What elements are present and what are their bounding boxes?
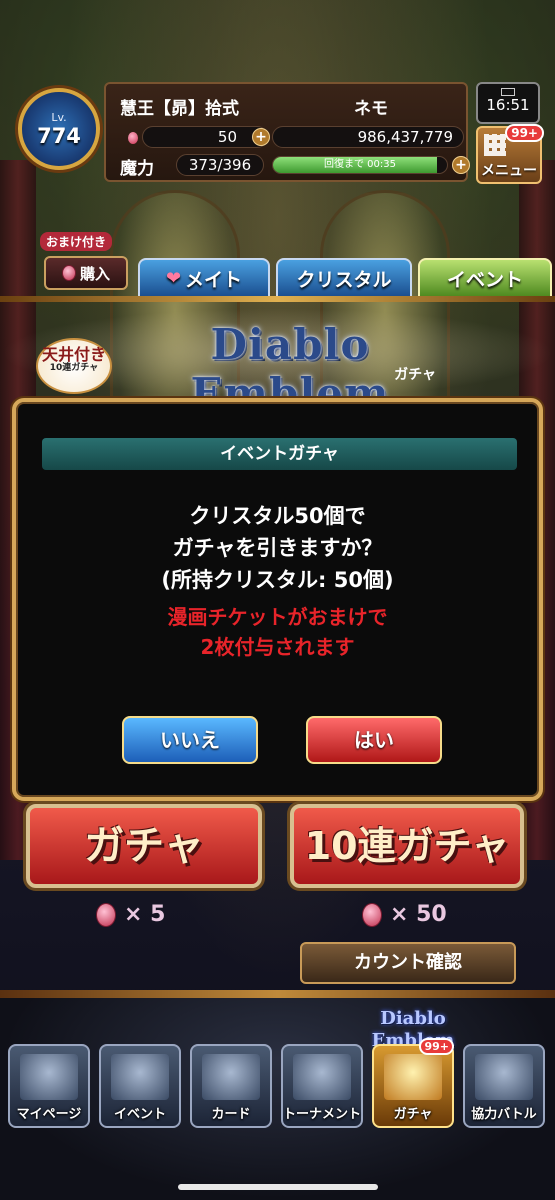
menu-label: メニュー	[481, 163, 537, 179]
ten-cost-value: × 50	[390, 902, 447, 927]
dialog-bonus-line-1: 漫画チケットがおまけで	[167, 605, 388, 629]
nav-coop-label: 協力バトル	[471, 1107, 537, 1122]
add-mp-button[interactable]: +	[452, 156, 470, 174]
cat-icon	[111, 1054, 169, 1100]
section-divider	[0, 990, 555, 998]
ten-gacha-button[interactable]: 10連ガチャ	[290, 804, 524, 888]
mp-recover-text: 回復まで 00:35	[324, 159, 396, 170]
gacha-confirm-dialog: イベントガチャ クリスタル50個で ガチャを引きますか？ (所持クリスタル: 5…	[12, 398, 543, 801]
tab-mate[interactable]: ❤ メイト	[138, 258, 270, 298]
clock-time: 16:51	[486, 96, 530, 114]
dialog-line-2: ガチャを引きますか？	[172, 536, 383, 560]
count-check-button[interactable]: カウント確認	[300, 942, 516, 984]
dialog-bonus: 漫画チケットがおまけで 2枚付与されます	[16, 602, 539, 662]
nav-card-label: カード	[211, 1107, 251, 1122]
tab-mate-label: メイト	[185, 268, 243, 291]
bottom-nav: Diablo Emblem マイページ イベント カード トーナメント 99+ …	[0, 998, 555, 1200]
player-name: 慧王【昴】拾式	[120, 99, 239, 119]
nav-mypage[interactable]: マイページ	[8, 1044, 90, 1128]
player-nickname: ネモ	[354, 99, 388, 119]
heart-icon: ❤	[165, 267, 182, 289]
tab-event[interactable]: イベント	[418, 258, 552, 298]
cards-icon	[202, 1054, 260, 1100]
nav-gacha[interactable]: 99+ ガチャ	[372, 1038, 454, 1128]
dialog-title: イベントガチャ	[42, 438, 517, 470]
level-label: Lv.	[51, 110, 67, 124]
mp-value: 373/396	[176, 154, 264, 176]
yes-button[interactable]: はい	[306, 716, 442, 764]
tab-event-label: イベント	[446, 268, 523, 291]
nav-card[interactable]: カード	[190, 1044, 272, 1128]
dialog-line-1: クリスタル50個で	[189, 504, 366, 528]
single-gacha-button[interactable]: ガチャ	[26, 804, 262, 888]
ceiling-main: 天井付き	[41, 345, 106, 364]
gacha-icon	[384, 1054, 442, 1100]
ceiling-sub: 10連ガチャ	[49, 362, 99, 373]
party-icon	[475, 1054, 533, 1100]
player-info-panel: 慧王【昴】拾式 ネモ 50 + 986,437,779 魔力 373/396 回…	[104, 82, 470, 182]
buy-crystal-button[interactable]: 購入	[44, 256, 128, 290]
nav-tournament-label: トーナメント	[283, 1107, 362, 1122]
tab-crystal[interactable]: クリスタル	[276, 258, 412, 298]
nav-coop-battle[interactable]: 協力バトル	[463, 1044, 545, 1128]
crystal-count: 50	[142, 126, 268, 148]
level-badge[interactable]: Lv. 774	[18, 88, 100, 170]
nav-event[interactable]: イベント	[99, 1044, 181, 1128]
home-indicator	[178, 1184, 378, 1190]
dialog-bonus-line-2: 2枚付与されます	[200, 635, 355, 659]
buy-label: 購入	[79, 264, 110, 283]
player-hud: Lv. 774 慧王【昴】拾式 ネモ 50 + 986,437,779 魔力 3…	[18, 82, 470, 186]
crystal-value: 50	[217, 128, 237, 146]
crystal-icon	[362, 902, 382, 927]
house-icon	[20, 1054, 78, 1100]
dialog-line-3: (所持クリスタル: 50個)	[161, 568, 394, 592]
game-logo: Diablo Emblem ガチャ	[140, 320, 440, 418]
nav-gacha-label: ガチャ	[393, 1107, 433, 1122]
nav-mypage-label: マイページ	[16, 1107, 82, 1122]
dialog-question: クリスタル50個で ガチャを引きますか？ (所持クリスタル: 50個)	[16, 500, 539, 596]
logo-sub: ガチャ	[394, 367, 436, 383]
grid-icon	[484, 134, 506, 156]
tab-crystal-label: クリスタル	[296, 268, 392, 291]
menu-button[interactable]: 99+ メニュー	[476, 124, 544, 184]
crystal-icon	[128, 132, 138, 144]
crystal-icon	[96, 902, 116, 927]
level-value: 774	[37, 123, 81, 148]
trophy-icon	[293, 1054, 351, 1100]
bonus-tag: おまけ付き	[40, 232, 113, 251]
tab-rail	[0, 296, 555, 302]
crystal-icon	[61, 265, 76, 281]
mp-label: 魔力	[120, 159, 154, 179]
single-gacha-cost: × 5	[96, 902, 165, 927]
single-gacha-label: ガチャ	[84, 823, 204, 869]
nav-gacha-badge: 99+	[419, 1038, 454, 1055]
ten-gacha-label: 10連ガチャ	[304, 824, 510, 868]
single-cost-value: × 5	[124, 902, 166, 927]
nav-tournament[interactable]: トーナメント	[281, 1044, 363, 1128]
gold-count: 986,437,779	[272, 126, 464, 148]
ten-gacha-cost: × 50	[362, 902, 447, 927]
battery-icon	[501, 88, 515, 96]
gold-value: 986,437,779	[357, 128, 453, 146]
mp-bar: 回復まで 00:35	[272, 156, 448, 174]
status-clock: 16:51	[476, 82, 540, 124]
ceiling-badge: 天井付き 10連ガチャ	[36, 338, 112, 394]
nav-event-label: イベント	[113, 1107, 166, 1122]
menu-badge: 99+	[505, 124, 544, 142]
no-button[interactable]: いいえ	[122, 716, 258, 764]
add-crystal-button[interactable]: +	[252, 128, 270, 146]
